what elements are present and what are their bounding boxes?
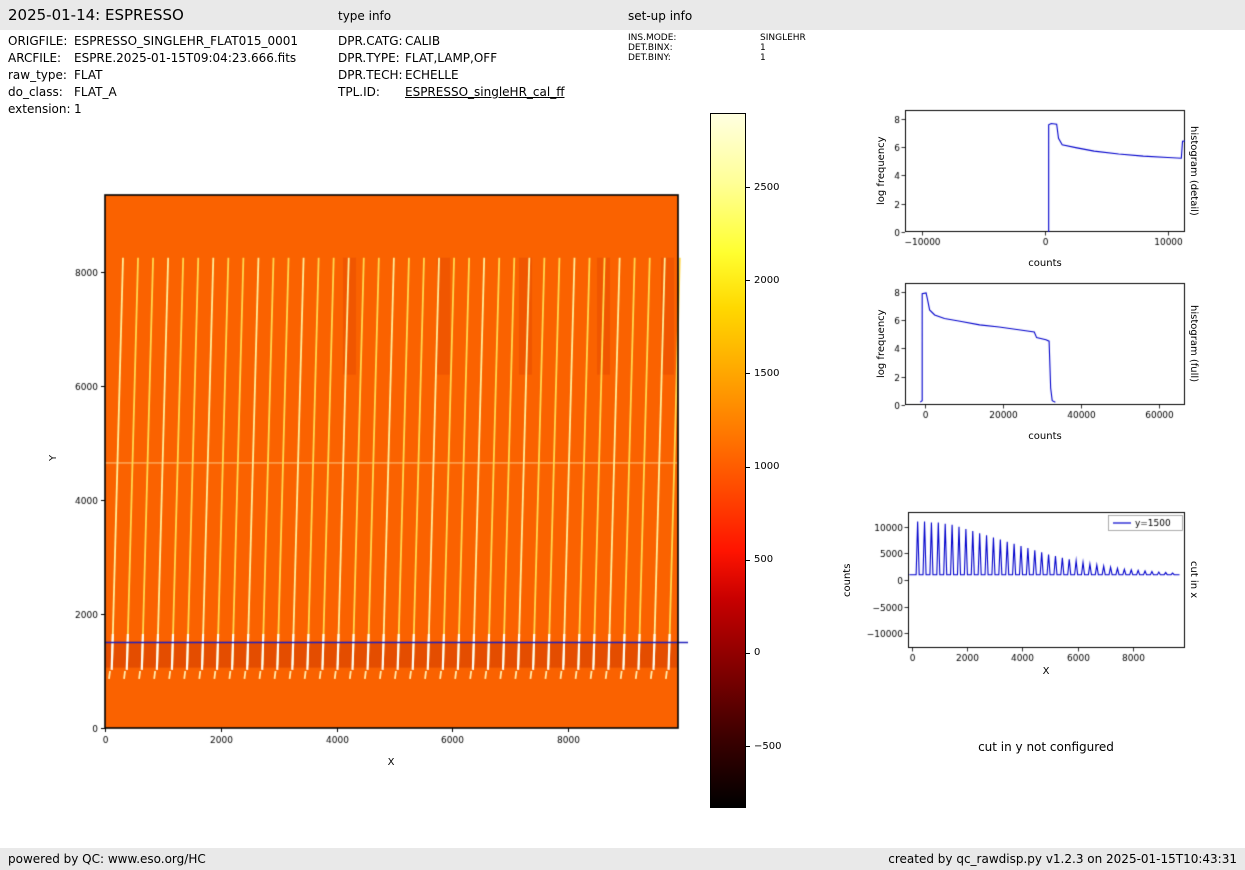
- meta-row-arcfile: ARCFILE: ESPRE.2025-01-15T09:04:23.666.f…: [8, 51, 298, 68]
- footer-created-by: created by qc_rawdisp.py v1.2.3 on 2025-…: [888, 852, 1237, 866]
- meta-row-ins-mode: INS.MODE: SINGLEHR: [628, 33, 806, 43]
- meta-row-raw-type: raw_type: FLAT: [8, 68, 298, 85]
- setup-info-block: INS.MODE: SINGLEHR DET.BINX: 1 DET.BINY:…: [628, 33, 806, 63]
- hist-full-xaxis-title: counts: [1028, 431, 1062, 442]
- colorbar-tick-label: 0: [754, 647, 761, 659]
- meta-row-dpr-type: DPR.TYPE: FLAT,LAMP,OFF: [338, 51, 564, 68]
- colorbar-tick-label: −500: [754, 740, 782, 752]
- page-title: 2025-01-14: ESPRESSO: [8, 6, 184, 24]
- meta-row-dpr-tech: DPR.TECH: ECHELLE: [338, 68, 564, 85]
- field-label: raw_type:: [8, 68, 67, 82]
- meta-row-det-biny: DET.BINY: 1: [628, 53, 806, 63]
- field-label: DET.BINY:: [628, 53, 671, 63]
- footer-bar: powered by QC: www.eso.org/HC created by…: [0, 848, 1245, 870]
- hist-full-side-label: histogram (full): [1188, 305, 1199, 383]
- field-label: DPR.CATG:: [338, 34, 403, 48]
- histogram-full-plot: [858, 268, 1203, 448]
- hist-detail-side-label: histogram (detail): [1188, 126, 1199, 216]
- colorbar-tick: [746, 559, 750, 561]
- field-label: INS.MODE:: [628, 33, 677, 43]
- field-label: DPR.TYPE:: [338, 51, 400, 65]
- field-value: 1: [760, 43, 766, 53]
- colorbar-tick-label: 2500: [754, 181, 780, 193]
- main-xaxis-title: X: [387, 757, 395, 768]
- footer-powered-by: powered by QC: www.eso.org/HC: [8, 852, 206, 866]
- colorbar: −500 0 500 1000 1500 2000 2500: [710, 113, 781, 808]
- cut-x-yaxis-title: counts: [842, 563, 853, 597]
- field-value: ECHELLE: [405, 68, 459, 82]
- hist-detail-yaxis-title: log frequency: [876, 136, 887, 206]
- field-value: CALIB: [405, 34, 441, 48]
- colorbar-tick: [746, 373, 750, 375]
- field-value: SINGLEHR: [760, 33, 806, 43]
- cut-x-side-label: cut in x: [1188, 561, 1199, 599]
- qc-report-page: 2025-01-14: ESPRESSO type info set-up in…: [0, 0, 1245, 870]
- field-value: 1: [760, 53, 766, 63]
- hist-full-yaxis-title: log frequency: [876, 309, 887, 379]
- meta-row-origfile: ORIGFILE: ESPRESSO_SINGLEHR_FLAT015_0001: [8, 34, 298, 51]
- colorbar-tick: [746, 746, 750, 747]
- field-value: ESPRESSO_SINGLEHR_FLAT015_0001: [74, 34, 299, 48]
- cut-x-xaxis-title: X: [1042, 666, 1050, 677]
- histogram-detail-plot: [858, 95, 1203, 275]
- main-yaxis-title: Y: [48, 454, 59, 462]
- field-value: FLAT,LAMP,OFF: [405, 51, 498, 65]
- meta-row-dpr-catg: DPR.CATG: CALIB: [338, 34, 564, 51]
- meta-row-det-binx: DET.BINX: 1: [628, 43, 806, 53]
- colorbar-tick-label: 1000: [754, 461, 780, 473]
- setup-info-heading: set-up info: [628, 9, 693, 23]
- cut-in-x-plot: [840, 497, 1200, 692]
- raw-image-plot: [40, 100, 740, 800]
- field-value: FLAT: [74, 68, 103, 82]
- field-label: DPR.TECH:: [338, 68, 403, 82]
- field-label: DET.BINX:: [628, 43, 673, 53]
- colorbar-tick: [746, 187, 750, 189]
- colorbar-tick: [746, 280, 750, 282]
- field-label: ARCFILE:: [8, 51, 62, 65]
- colorbar-tick-label: 500: [754, 554, 774, 566]
- colorbar-gradient: [710, 113, 746, 808]
- cut-y-note: cut in y not configured: [978, 740, 1114, 754]
- header-bar: 2025-01-14: ESPRESSO type info set-up in…: [0, 0, 1245, 30]
- field-label: ORIGFILE:: [8, 34, 68, 48]
- colorbar-tick-label: 2000: [754, 274, 780, 286]
- type-info-heading: type info: [338, 9, 392, 23]
- field-value: ESPRE.2025-01-15T09:04:23.666.fits: [74, 51, 297, 65]
- colorbar-tick: [746, 652, 750, 654]
- colorbar-tick: [746, 466, 750, 468]
- type-info-block: DPR.CATG: CALIB DPR.TYPE: FLAT,LAMP,OFF …: [338, 34, 564, 102]
- colorbar-tick-label: 1500: [754, 367, 780, 379]
